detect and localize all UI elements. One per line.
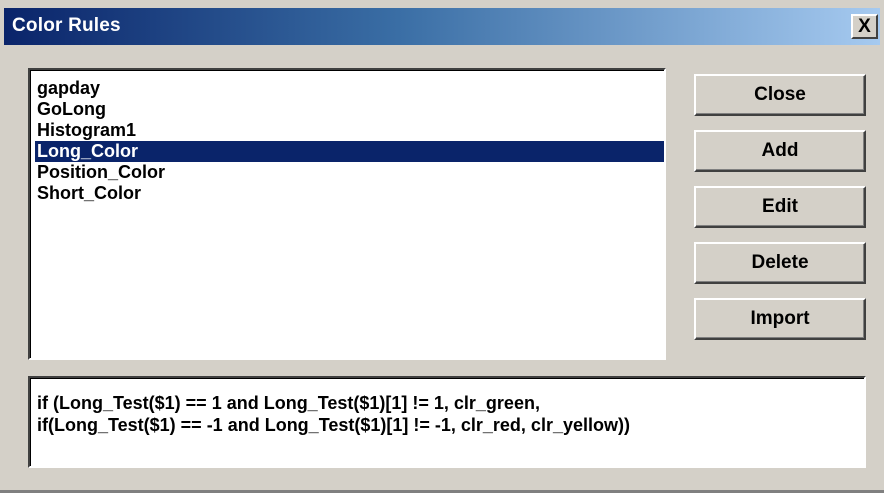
rules-listbox[interactable]: gapday GoLong Histogram1 Long_Color Posi… xyxy=(28,68,666,360)
edit-button[interactable]: Edit xyxy=(694,186,866,228)
formula-text-box[interactable]: if (Long_Test($1) == 1 and Long_Test($1)… xyxy=(28,376,866,468)
import-button[interactable]: Import xyxy=(694,298,866,340)
add-button[interactable]: Add xyxy=(694,130,866,172)
title-bar[interactable]: Color Rules X xyxy=(4,8,880,45)
dialog-title: Color Rules xyxy=(12,15,121,36)
formula-line-2: if(Long_Test($1) == -1 and Long_Test($1)… xyxy=(37,415,630,435)
close-icon: X xyxy=(858,16,871,37)
list-item[interactable]: Histogram1 xyxy=(35,120,664,141)
formula-line-1: if (Long_Test($1) == 1 and Long_Test($1)… xyxy=(37,393,540,413)
close-window-button[interactable]: X xyxy=(851,14,878,39)
close-button[interactable]: Close xyxy=(694,74,866,116)
list-item[interactable]: GoLong xyxy=(35,99,664,120)
rules-list: gapday GoLong Histogram1 Long_Color Posi… xyxy=(35,78,664,204)
list-item[interactable]: Position_Color xyxy=(35,162,664,183)
delete-button[interactable]: Delete xyxy=(694,242,866,284)
list-item-selected[interactable]: Long_Color xyxy=(35,141,664,162)
color-rules-dialog: Color Rules X gapday GoLong Histogram1 L… xyxy=(0,0,884,493)
list-item[interactable]: gapday xyxy=(35,78,664,99)
list-item[interactable]: Short_Color xyxy=(35,183,664,204)
